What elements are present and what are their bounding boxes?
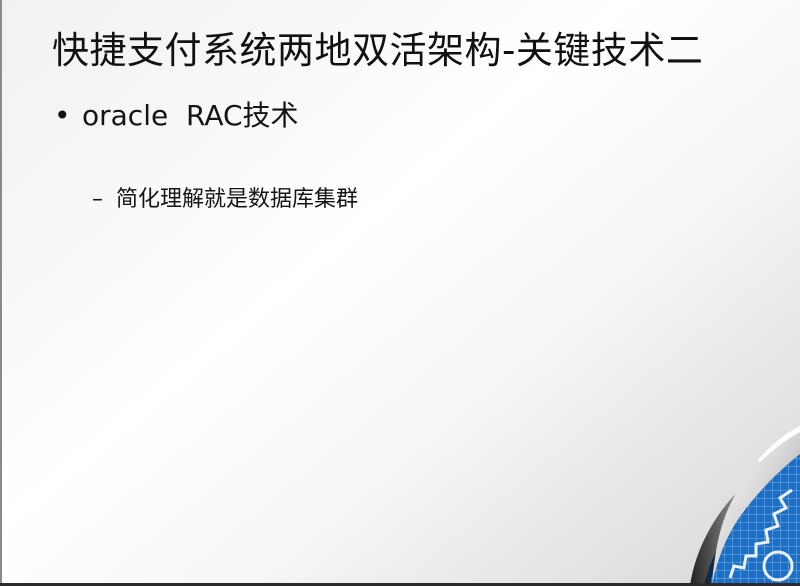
bullet-item: • oracle RAC技术	[54, 94, 299, 134]
slide: 快捷支付系统两地双活架构-关键技术二 • oracle RAC技术 – 简化理解就是…	[0, 0, 800, 586]
sub-bullet-text: 简化理解就是数据库集群	[116, 187, 359, 212]
sub-bullet-item: – 简化理解就是数据库集群	[92, 181, 358, 213]
sub-bullet-marker: –	[92, 187, 103, 212]
slide-title: 快捷支付系统两地双活架构-关键技术二	[52, 29, 704, 72]
page-curl-gear-icon	[690, 426, 800, 586]
bullet-text: oracle RAC技术	[82, 99, 299, 132]
bullet-marker: •	[54, 99, 71, 132]
slide-left-border	[0, 0, 2, 586]
